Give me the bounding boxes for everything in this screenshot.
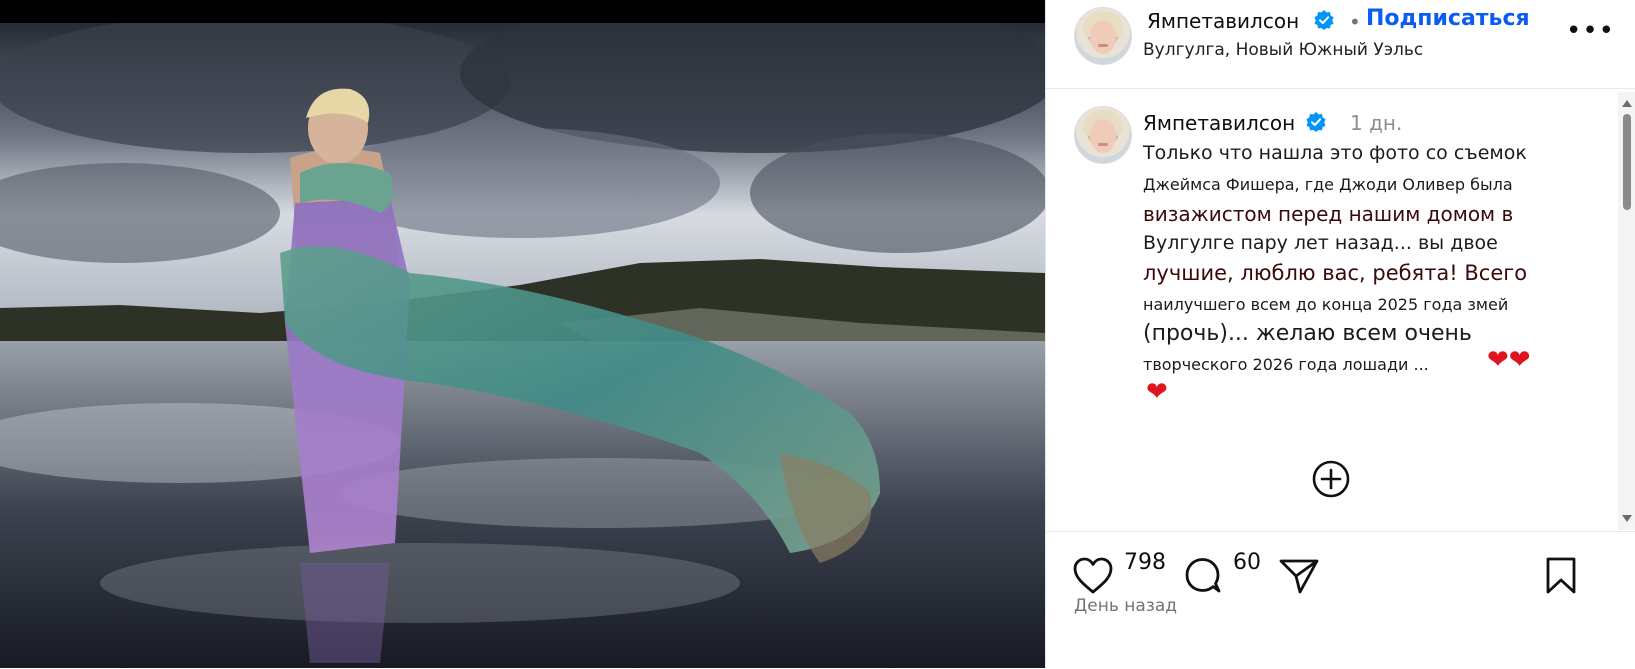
scroll-up-arrow[interactable] <box>1622 100 1632 107</box>
caption-line: Только что нашла это фото со съемок <box>1143 142 1527 164</box>
caption-line: лучшие, люблю вас, ребята! Всего <box>1143 261 1528 285</box>
avatar-face <box>1090 20 1116 54</box>
comment-username[interactable]: Ямпетавилсон <box>1143 111 1295 135</box>
post-actions: 798 60 День назад <box>1046 531 1635 669</box>
posted-time: День назад <box>1074 596 1178 616</box>
comment-avatar[interactable] <box>1074 106 1132 164</box>
post-header: Ямпетавилсон • Подписаться Вулгулга, Нов… <box>1046 0 1635 89</box>
post-sidebar: Ямпетавилсон • Подписаться Вулгулга, Нов… <box>1045 0 1635 668</box>
separator-dot: • <box>1349 10 1361 34</box>
comment-time: 1 дн. <box>1350 111 1403 135</box>
media-top-bar <box>0 0 1045 23</box>
scroll-thumb[interactable] <box>1623 114 1631 210</box>
heart-emoji: ❤ <box>1146 377 1168 407</box>
caption-line: наилучшего всем до конца 2025 года змей <box>1143 295 1509 314</box>
comments-panel: Ямпетавилсон 1 дн. Только что нашла это … <box>1046 89 1618 531</box>
more-icon[interactable]: ••• <box>1566 18 1614 48</box>
scroll-down-arrow[interactable] <box>1622 515 1632 522</box>
likes-count[interactable]: 798 <box>1124 550 1166 575</box>
photo-illustration <box>0 23 1045 668</box>
verified-badge-icon <box>1314 10 1334 30</box>
caption-line: Джеймса Фишера, где Джоди Оливер была <box>1143 175 1513 194</box>
caption-line: визажистом перед нашим домом в <box>1143 202 1514 226</box>
caption-line: Вулгулге пару лет назад... вы двое <box>1143 232 1498 254</box>
author-avatar[interactable] <box>1074 7 1132 65</box>
caption-line: (прочь)... желаю всем очень <box>1143 321 1472 346</box>
avatar-lips <box>1098 143 1108 146</box>
post-location[interactable]: Вулгулга, Новый Южный Уэльс <box>1143 40 1423 60</box>
plus-circle-icon[interactable] <box>1311 459 1351 499</box>
verified-badge-icon <box>1306 112 1326 132</box>
heart-icon[interactable] <box>1072 556 1114 596</box>
heart-emoji: ❤❤ <box>1487 345 1531 375</box>
caption-line: творческого 2026 года лошади ... <box>1143 355 1429 374</box>
comments-count[interactable]: 60 <box>1233 550 1261 575</box>
share-icon[interactable] <box>1278 556 1320 596</box>
bookmark-icon[interactable] <box>1544 556 1578 596</box>
avatar-face <box>1090 119 1116 153</box>
post-photo <box>0 23 1045 668</box>
author-username[interactable]: Ямпетавилсон <box>1147 9 1299 33</box>
comments-scrollbar[interactable] <box>1618 92 1635 530</box>
avatar-lips <box>1098 44 1108 47</box>
comment-icon[interactable] <box>1182 555 1224 597</box>
follow-button[interactable]: Подписаться <box>1366 6 1530 31</box>
